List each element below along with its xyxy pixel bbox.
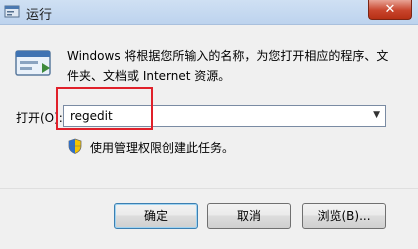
ok-button[interactable]: 确定 <box>114 203 198 229</box>
title-bar: 运行 ✕ <box>0 0 418 25</box>
dropdown-arrow-icon[interactable]: ▼ <box>373 110 380 120</box>
close-button[interactable]: ✕ <box>368 0 412 20</box>
highlight-box <box>56 87 153 130</box>
window-title: 运行 <box>26 8 53 23</box>
browse-button[interactable]: 浏览(B)... <box>302 203 386 229</box>
description-text: Windows 将根据您所输入的名称，为您打开相应的程序、文件夹、文档或 Int… <box>67 49 389 83</box>
cancel-button[interactable]: 取消 <box>207 203 291 229</box>
admin-note: 使用管理权限创建此任务。 <box>90 141 235 155</box>
shield-icon <box>68 138 82 154</box>
run-icon <box>14 47 54 81</box>
run-app-icon <box>4 4 20 20</box>
dialog-content: Windows 将根据您所输入的名称，为您打开相应的程序、文件夹、文档或 Int… <box>0 25 418 249</box>
button-bar: 确定 取消 浏览(B)... <box>0 188 418 249</box>
